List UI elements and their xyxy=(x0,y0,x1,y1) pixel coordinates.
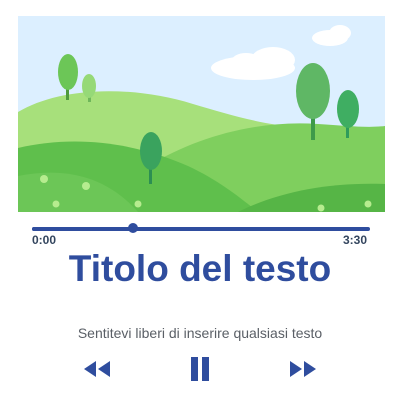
progress-bar[interactable] xyxy=(32,222,370,236)
pause-icon xyxy=(191,357,209,381)
progress-thumb[interactable] xyxy=(128,223,138,233)
album-artwork xyxy=(18,16,385,212)
next-button[interactable] xyxy=(285,352,321,386)
playback-controls xyxy=(0,352,400,386)
pause-button[interactable] xyxy=(182,352,218,386)
music-player: 0:00 3:30 Titolo del testo Sentitevi lib… xyxy=(0,0,400,400)
rewind-icon xyxy=(84,361,110,377)
track-subtitle: Sentitevi liberi di inserire qualsiasi t… xyxy=(77,325,323,341)
track-title: Titolo del testo xyxy=(68,248,332,289)
fast-forward-icon xyxy=(290,361,316,377)
previous-button[interactable] xyxy=(79,352,115,386)
progress-fill xyxy=(32,227,133,231)
total-time: 3:30 xyxy=(342,233,367,247)
current-time: 0:00 xyxy=(32,233,57,247)
